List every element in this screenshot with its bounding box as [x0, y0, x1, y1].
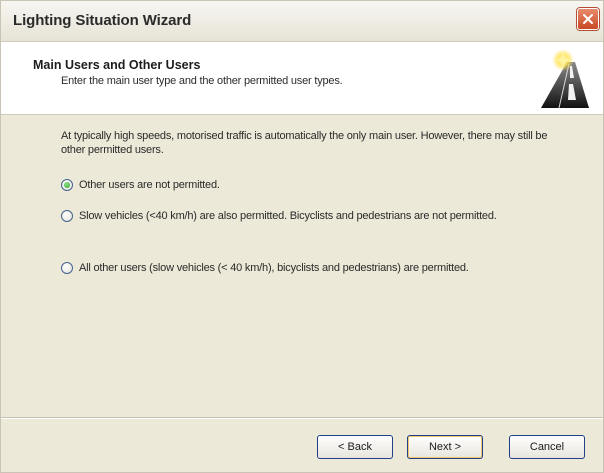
next-button[interactable]: Next > — [407, 435, 483, 459]
window-title: Lighting Situation Wizard — [13, 12, 192, 29]
radio-option-not-permitted[interactable]: Other users are not permitted. — [61, 178, 559, 192]
cancel-button[interactable]: Cancel — [509, 435, 585, 459]
wizard-content: At typically high speeds, motorised traf… — [1, 115, 603, 417]
page-title: Main Users and Other Users — [33, 58, 201, 72]
option-label: All other users (slow vehicles (< 40 km/… — [79, 262, 469, 274]
close-button[interactable] — [577, 8, 599, 30]
radio-button-selected[interactable] — [61, 179, 73, 191]
back-button[interactable]: < Back — [317, 435, 393, 459]
radio-button[interactable] — [61, 210, 73, 222]
option-label: Slow vehicles (<40 km/h) are also permit… — [79, 210, 497, 222]
radio-button[interactable] — [61, 262, 73, 274]
radio-option-all-users[interactable]: All other users (slow vehicles (< 40 km/… — [61, 261, 579, 275]
title-bar[interactable]: Lighting Situation Wizard — [1, 1, 603, 42]
close-icon — [583, 14, 593, 24]
page-subtitle: Enter the main user type and the other p… — [61, 75, 343, 87]
intro-text: At typically high speeds, motorised traf… — [61, 130, 548, 156]
option-label: Other users are not permitted. — [79, 179, 220, 191]
wizard-window: Lighting Situation Wizard Main Users and… — [0, 0, 604, 473]
radio-option-slow-vehicles[interactable]: Slow vehicles (<40 km/h) are also permit… — [61, 209, 559, 223]
road-with-light-icon — [541, 49, 589, 109]
footer-divider — [1, 417, 603, 419]
wizard-header: Main Users and Other Users Enter the mai… — [1, 42, 603, 115]
